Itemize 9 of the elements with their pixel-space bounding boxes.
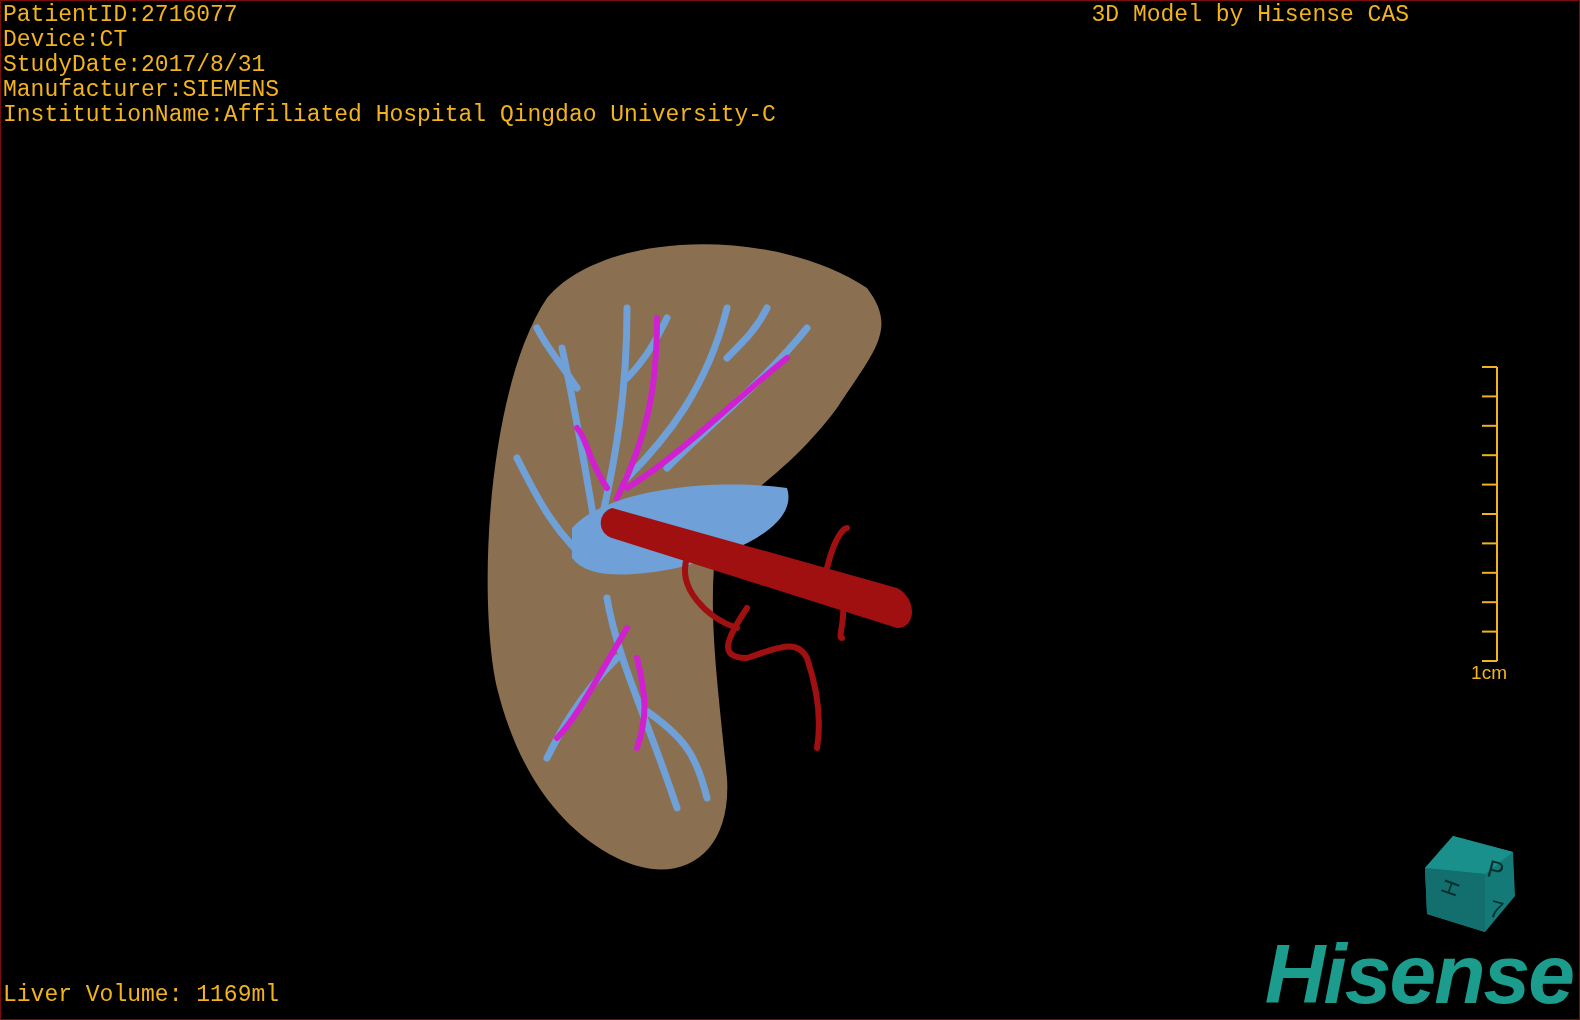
info-line: Device:CT [3,28,129,53]
liver-volume-text: Liver Volume: 1169ml [3,983,280,1008]
title-text: 3D Model by Hisense CAS [1091,3,1409,30]
brand-logo: Hisense [1264,934,1573,1014]
info-line: Manufacturer:SIEMENS [3,78,281,103]
info-line: PatientID:2716077 [3,3,239,28]
info-line: InstitutionName:Affiliated Hospital Qingdao University-C [3,103,776,128]
scale-label: 1cm [1471,662,1507,684]
info-line: StudyDate:2017/8/31 [3,53,267,78]
